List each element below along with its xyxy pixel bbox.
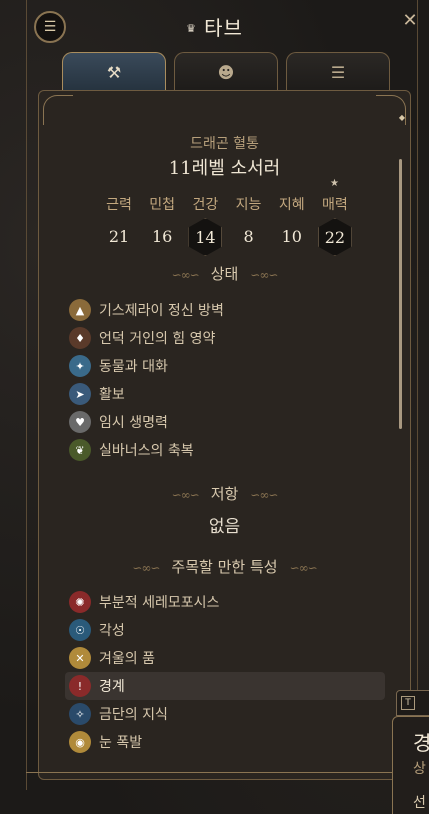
ceremorphosis-icon: ✺ bbox=[69, 591, 91, 613]
class-level-label: 11레벨 소서러 bbox=[168, 158, 281, 179]
features-list: ✺ 부분적 세레모포시스 ☉ 각성 ✕ 겨울의 품 ! 경계 ✧ 금단의 지식 … bbox=[65, 588, 385, 756]
stat-value: 8 bbox=[243, 227, 254, 246]
crossed-weapons-icon: ⚒ bbox=[106, 63, 122, 82]
key-hint: T bbox=[401, 696, 415, 710]
stat-label: 민첩 bbox=[149, 197, 176, 213]
conditions-heading: ∽∞∽ 상태 ∽∞∽ bbox=[171, 265, 279, 283]
leaf-icon: ❦ bbox=[69, 439, 91, 461]
stat-dexterity[interactable]: 민첩 16 bbox=[142, 194, 182, 256]
ornament-icon: ∽∞∽ bbox=[171, 488, 200, 502]
head-icon: ☻ bbox=[217, 63, 235, 82]
stat-intelligence[interactable]: 지능 8 bbox=[229, 194, 269, 256]
tab-equipment[interactable]: ⚒ bbox=[62, 52, 166, 92]
tab-details[interactable]: ☰ bbox=[286, 52, 390, 92]
character-name: 타브 bbox=[204, 16, 243, 40]
stat-value: 21 bbox=[108, 227, 130, 246]
eye-burst-icon: ◉ bbox=[69, 731, 91, 753]
heart-hourglass-icon: ♥ bbox=[69, 411, 91, 433]
stat-strength[interactable]: 근력 21 bbox=[99, 194, 139, 256]
forbidden-knowledge-icon: ✧ bbox=[69, 703, 91, 725]
list-item[interactable]: ✺ 부분적 세레모포시스 bbox=[65, 588, 385, 616]
scrollbar[interactable] bbox=[399, 159, 402, 429]
tab-character[interactable]: ☻ bbox=[174, 52, 278, 92]
longstrider-icon: ➤ bbox=[69, 383, 91, 405]
stat-label: 매력 bbox=[322, 197, 348, 213]
mind-barrier-icon: ▲ bbox=[69, 299, 91, 321]
ornament-icon: ∽∞∽ bbox=[171, 268, 200, 282]
bottom-ornament bbox=[26, 772, 418, 786]
conditions-list: ▲ 기스제라이 정신 방벽 ♦ 언덕 거인의 힘 영약 ✦ 동물과 대화 ➤ 활… bbox=[65, 296, 385, 464]
ornament-icon: ∽∞∽ bbox=[250, 268, 278, 282]
list-item[interactable]: ▲ 기스제라이 정신 방벽 bbox=[65, 296, 385, 324]
title-bar: ♛ 타브 bbox=[0, 12, 429, 41]
list-item[interactable]: ✕ 겨울의 품 bbox=[65, 644, 385, 672]
stat-constitution[interactable]: 건강 14 bbox=[185, 194, 225, 256]
list-item[interactable]: ☉ 각성 bbox=[65, 616, 385, 644]
potion-icon: ♦ bbox=[69, 327, 91, 349]
resistances-heading: ∽∞∽ 저항 ∽∞∽ bbox=[171, 485, 279, 503]
ornament-icon: ∽∞∽ bbox=[289, 561, 318, 575]
feature-tooltip: 경 상 선 bbox=[392, 716, 429, 814]
stat-label: 지능 bbox=[235, 197, 262, 213]
ornament-icon: ∽∞∽ bbox=[250, 488, 278, 502]
stat-label: 건강 bbox=[192, 197, 219, 213]
race-label: 드래곤 혈통 bbox=[190, 136, 259, 152]
tooltip-subtitle: 상 bbox=[413, 761, 426, 777]
list-item[interactable]: ♥ 임시 생명력 bbox=[65, 408, 385, 436]
character-panel: ◆ 드래곤 혈통 11레벨 소서러 근력 21 민첩 16 건강 14 지능 8… bbox=[38, 90, 411, 780]
crown-icon: ♛ bbox=[186, 22, 196, 35]
resistances-value: 없음 bbox=[208, 517, 241, 537]
stat-label: 근력 bbox=[106, 197, 132, 213]
stat-charisma[interactable]: ★ 매력 22 bbox=[315, 178, 355, 256]
stat-value: 16 bbox=[152, 227, 173, 246]
ornament-icon: ∽∞∽ bbox=[132, 561, 160, 575]
tooltip-title: 경 bbox=[413, 731, 429, 755]
stat-value: 22 bbox=[317, 218, 352, 256]
list-item[interactable]: ❦ 실바너스의 축복 bbox=[65, 436, 385, 464]
diamond-icon: ◆ bbox=[398, 113, 405, 122]
ability-scores: 근력 21 민첩 16 건강 14 지능 8 지혜 10 ★ 매력 22 bbox=[99, 178, 355, 256]
tab-bar: ⚒ ☻ ☰ bbox=[62, 52, 390, 92]
stat-label: 지혜 bbox=[278, 197, 305, 213]
tooltip-keybind: T bbox=[396, 690, 429, 716]
stat-value: 10 bbox=[281, 227, 302, 246]
list-item[interactable]: ✦ 동물과 대화 bbox=[65, 352, 385, 380]
stat-value: 14 bbox=[188, 218, 223, 256]
list-icon: ☰ bbox=[330, 63, 346, 82]
list-item[interactable]: ◉ 눈 폭발 bbox=[65, 728, 385, 756]
list-item[interactable]: ➤ 활보 bbox=[65, 380, 385, 408]
features-heading: ∽∞∽ 주목할 만한 특성 ∽∞∽ bbox=[132, 558, 318, 576]
list-item[interactable]: ♦ 언덕 거인의 힘 영약 bbox=[65, 324, 385, 352]
tooltip-body: 선 bbox=[413, 795, 426, 811]
winter-embrace-icon: ✕ bbox=[69, 647, 91, 669]
star-icon: ★ bbox=[329, 178, 339, 189]
stat-wisdom[interactable]: 지혜 10 bbox=[272, 194, 312, 256]
list-item[interactable]: ✧ 금단의 지식 bbox=[65, 700, 385, 728]
awakened-icon: ☉ bbox=[69, 619, 91, 641]
alert-icon: ! bbox=[69, 675, 91, 697]
animal-icon: ✦ bbox=[69, 355, 91, 377]
list-item[interactable]: ! 경계 bbox=[65, 672, 385, 700]
corner-ornament bbox=[43, 95, 73, 125]
